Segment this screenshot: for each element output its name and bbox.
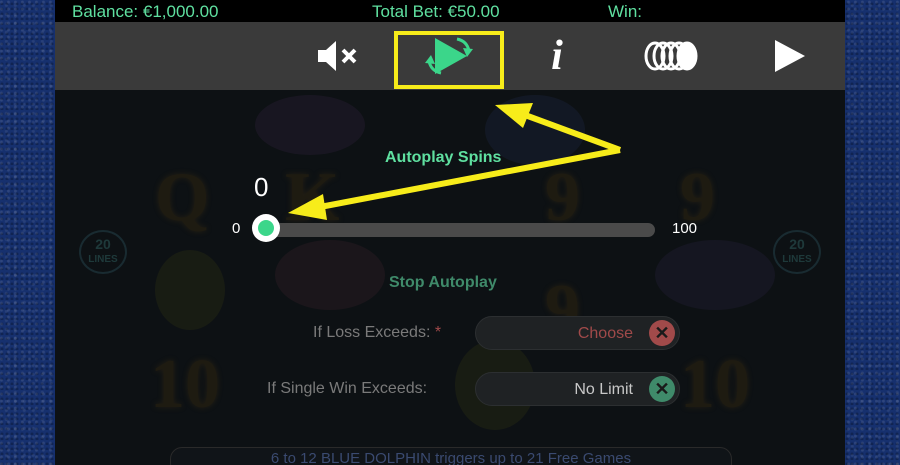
arrow-to-autoplay bbox=[523, 112, 622, 153]
arrow-head bbox=[288, 194, 327, 220]
game-area: Q K 9 9 10 10 9 20 LINES 20 LINES Balanc… bbox=[55, 0, 845, 465]
arrow-head bbox=[495, 103, 533, 128]
annotation-arrows bbox=[288, 103, 622, 220]
arrow-to-slider bbox=[319, 147, 621, 210]
